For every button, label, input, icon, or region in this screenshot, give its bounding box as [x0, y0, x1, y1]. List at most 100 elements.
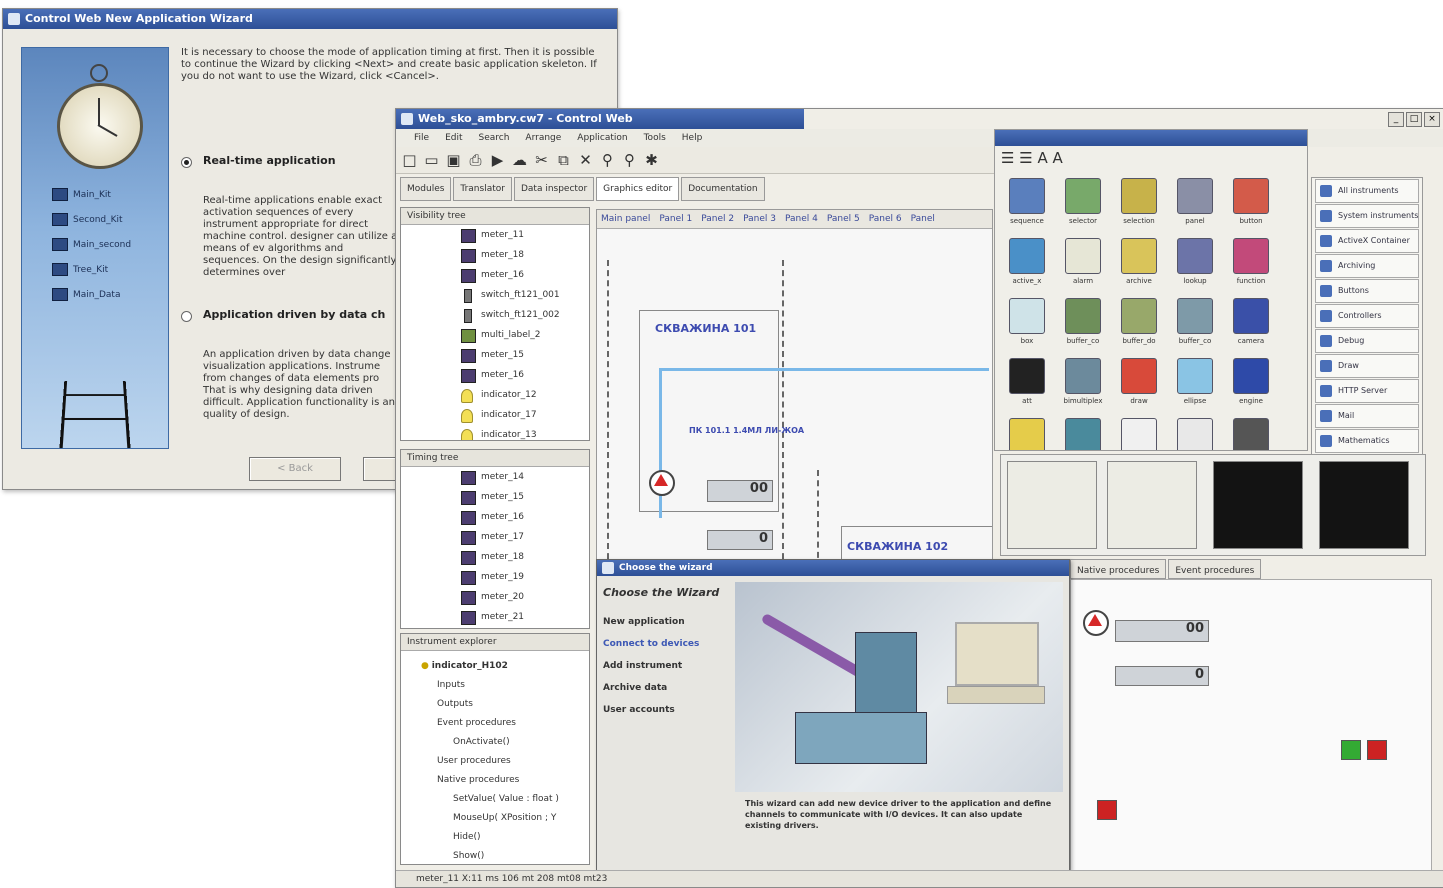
list-item[interactable]: meter_18 [401, 245, 589, 265]
palette-item-draw[interactable]: draw [1113, 358, 1165, 414]
palette-item-buffer-co[interactable]: buffer_co [1169, 298, 1221, 354]
bar-indicator-preview[interactable] [1007, 461, 1097, 549]
status-lamp-red[interactable] [1367, 740, 1387, 760]
list-item[interactable]: indicator_17 [401, 405, 589, 425]
tree-node[interactable]: SetValue( Value : float ) [421, 790, 589, 809]
tree-node[interactable]: OnActivate() [421, 733, 589, 752]
align-icon[interactable]: ☰ [1001, 149, 1014, 167]
palette-item-active-x[interactable]: active_x [1001, 238, 1053, 294]
palette-item-box[interactable]: box [1001, 298, 1053, 354]
debug-icon[interactable]: ✱ [644, 151, 659, 169]
list-item[interactable]: indicator_13 [401, 425, 589, 440]
cut-icon[interactable]: ✂ [534, 151, 549, 169]
list-item[interactable]: meter_21 [401, 607, 589, 627]
tab-panel-1[interactable]: Panel 1 [659, 210, 692, 228]
procedure-canvas[interactable]: 00 0 [1070, 579, 1432, 871]
list-item[interactable]: meter_11 [401, 225, 589, 245]
category-controllers[interactable]: Controllers [1315, 304, 1419, 328]
list-item[interactable]: meter_16 [401, 507, 589, 527]
tab-panel-3[interactable]: Panel 3 [743, 210, 776, 228]
list-item[interactable]: switch_ft121_002 [401, 305, 589, 325]
category-buttons[interactable]: Buttons [1315, 279, 1419, 303]
oscilloscope-preview[interactable] [1213, 461, 1303, 549]
list-item[interactable]: meter_15 [401, 487, 589, 507]
menu-search[interactable]: Search [479, 133, 510, 143]
menu-tools[interactable]: Tools [644, 133, 666, 143]
palette-item-buffer-do[interactable]: buffer_do [1113, 298, 1165, 354]
oscilloscope-preview[interactable] [1319, 461, 1409, 549]
tab-modules[interactable]: Modules [400, 177, 452, 201]
menu-help[interactable]: Help [682, 133, 703, 143]
menu-edit[interactable]: Edit [445, 133, 462, 143]
tab-documentation[interactable]: Documentation [681, 177, 765, 201]
pump-icon[interactable] [1083, 610, 1109, 636]
text-size-icon[interactable]: A [1053, 149, 1063, 167]
tree-node[interactable]: Outputs [421, 695, 589, 714]
category-debug[interactable]: Debug [1315, 329, 1419, 353]
palette-item-function[interactable]: function [1225, 238, 1277, 294]
list-item[interactable]: meter_16 [401, 265, 589, 285]
maximize-button[interactable]: □ [1406, 112, 1422, 127]
wizard-item-archive-data[interactable]: Archive data [603, 683, 719, 693]
wizard-titlebar[interactable]: Control Web New Application Wizard [3, 9, 617, 29]
align-icon[interactable]: ☰ [1019, 149, 1032, 167]
palette-item-alarm[interactable]: alarm [1057, 238, 1109, 294]
palette-titlebar[interactable] [995, 130, 1307, 146]
palette-item-lookup[interactable]: lookup [1169, 238, 1221, 294]
palette-item-buffer-co[interactable]: buffer_co [1057, 298, 1109, 354]
list-item[interactable]: indicator_12 [401, 385, 589, 405]
list-item[interactable]: meter_16 [401, 365, 589, 385]
zoom-in-icon[interactable]: ⚲ [600, 151, 615, 169]
menu-arrange[interactable]: Arrange [525, 133, 561, 143]
palette-item-sequence[interactable]: sequence [1001, 178, 1053, 234]
category-mail[interactable]: Mail [1315, 404, 1419, 428]
palette-item-panel[interactable]: panel [1169, 178, 1221, 234]
tab-data-inspector[interactable]: Data inspector [513, 177, 595, 201]
palette-item-bimultiplex[interactable]: bimultiplex [1057, 358, 1109, 414]
tab-panel-4[interactable]: Panel 4 [785, 210, 818, 228]
close-button[interactable]: × [1424, 112, 1440, 127]
menu-file[interactable]: File [414, 133, 429, 143]
palette-item-grid[interactable]: grid [1113, 418, 1165, 450]
tab-panel-6[interactable]: Panel 6 [869, 210, 902, 228]
open-folder-icon[interactable]: ▭ [424, 151, 439, 169]
palette-item-folder[interactable]: folder [1001, 418, 1053, 450]
palette-item-ellipse[interactable]: ellipse [1169, 358, 1221, 414]
tree-node[interactable]: Hide() [421, 828, 589, 847]
tree-node[interactable]: Show() [421, 847, 589, 864]
wizard-item-user-accounts[interactable]: User accounts [603, 705, 719, 715]
palette-item-archive[interactable]: archive [1113, 238, 1165, 294]
tree-node[interactable]: MouseUp( XPosition ; Y [421, 809, 589, 828]
category-http-server[interactable]: HTTP Server [1315, 379, 1419, 403]
realtime-radio[interactable] [181, 157, 192, 168]
tree-node[interactable]: User procedures [421, 752, 589, 771]
print-icon[interactable]: ⎙ [468, 151, 483, 169]
zoom-out-icon[interactable]: ⚲ [622, 151, 637, 169]
tree-node-indicator[interactable]: ● indicator_H102 [421, 657, 589, 676]
palette-item-button[interactable]: button [1225, 178, 1277, 234]
tab-main-panel[interactable]: Main panel [601, 210, 650, 228]
realtime-option-label[interactable]: Real-time application [203, 154, 336, 167]
text-size-icon[interactable]: A [1037, 149, 1047, 167]
run-icon[interactable]: ▶ [490, 151, 505, 169]
palette-item-camera[interactable]: camera [1225, 298, 1277, 354]
alarm-lamp[interactable] [1097, 800, 1117, 820]
tab-panel-more[interactable]: Panel [911, 210, 935, 228]
menu-application[interactable]: Application [577, 133, 627, 143]
bar-indicator-preview[interactable] [1107, 461, 1197, 549]
chooser-titlebar[interactable]: Choose the wizard [597, 560, 1069, 576]
list-item[interactable]: meter_20 [401, 587, 589, 607]
category-draw[interactable]: Draw [1315, 354, 1419, 378]
copy-icon[interactable]: ⧉ [556, 151, 571, 169]
data-driven-radio[interactable] [181, 311, 192, 322]
data-driven-option-label[interactable]: Application driven by data ch [203, 308, 385, 321]
wizard-item-connect-devices[interactable]: Connect to devices [603, 639, 719, 649]
delete-icon[interactable]: ✕ [578, 151, 593, 169]
category-all-instruments[interactable]: All instruments [1315, 179, 1419, 203]
tree-node[interactable]: Native procedures [421, 771, 589, 790]
palette-item-engine[interactable]: engine [1225, 358, 1277, 414]
status-lamp-green[interactable] [1341, 740, 1361, 760]
category-activex-container[interactable]: ActiveX Container [1315, 229, 1419, 253]
minimize-button[interactable]: _ [1388, 112, 1404, 127]
tab-event-procedures[interactable]: Event procedures [1168, 559, 1262, 579]
